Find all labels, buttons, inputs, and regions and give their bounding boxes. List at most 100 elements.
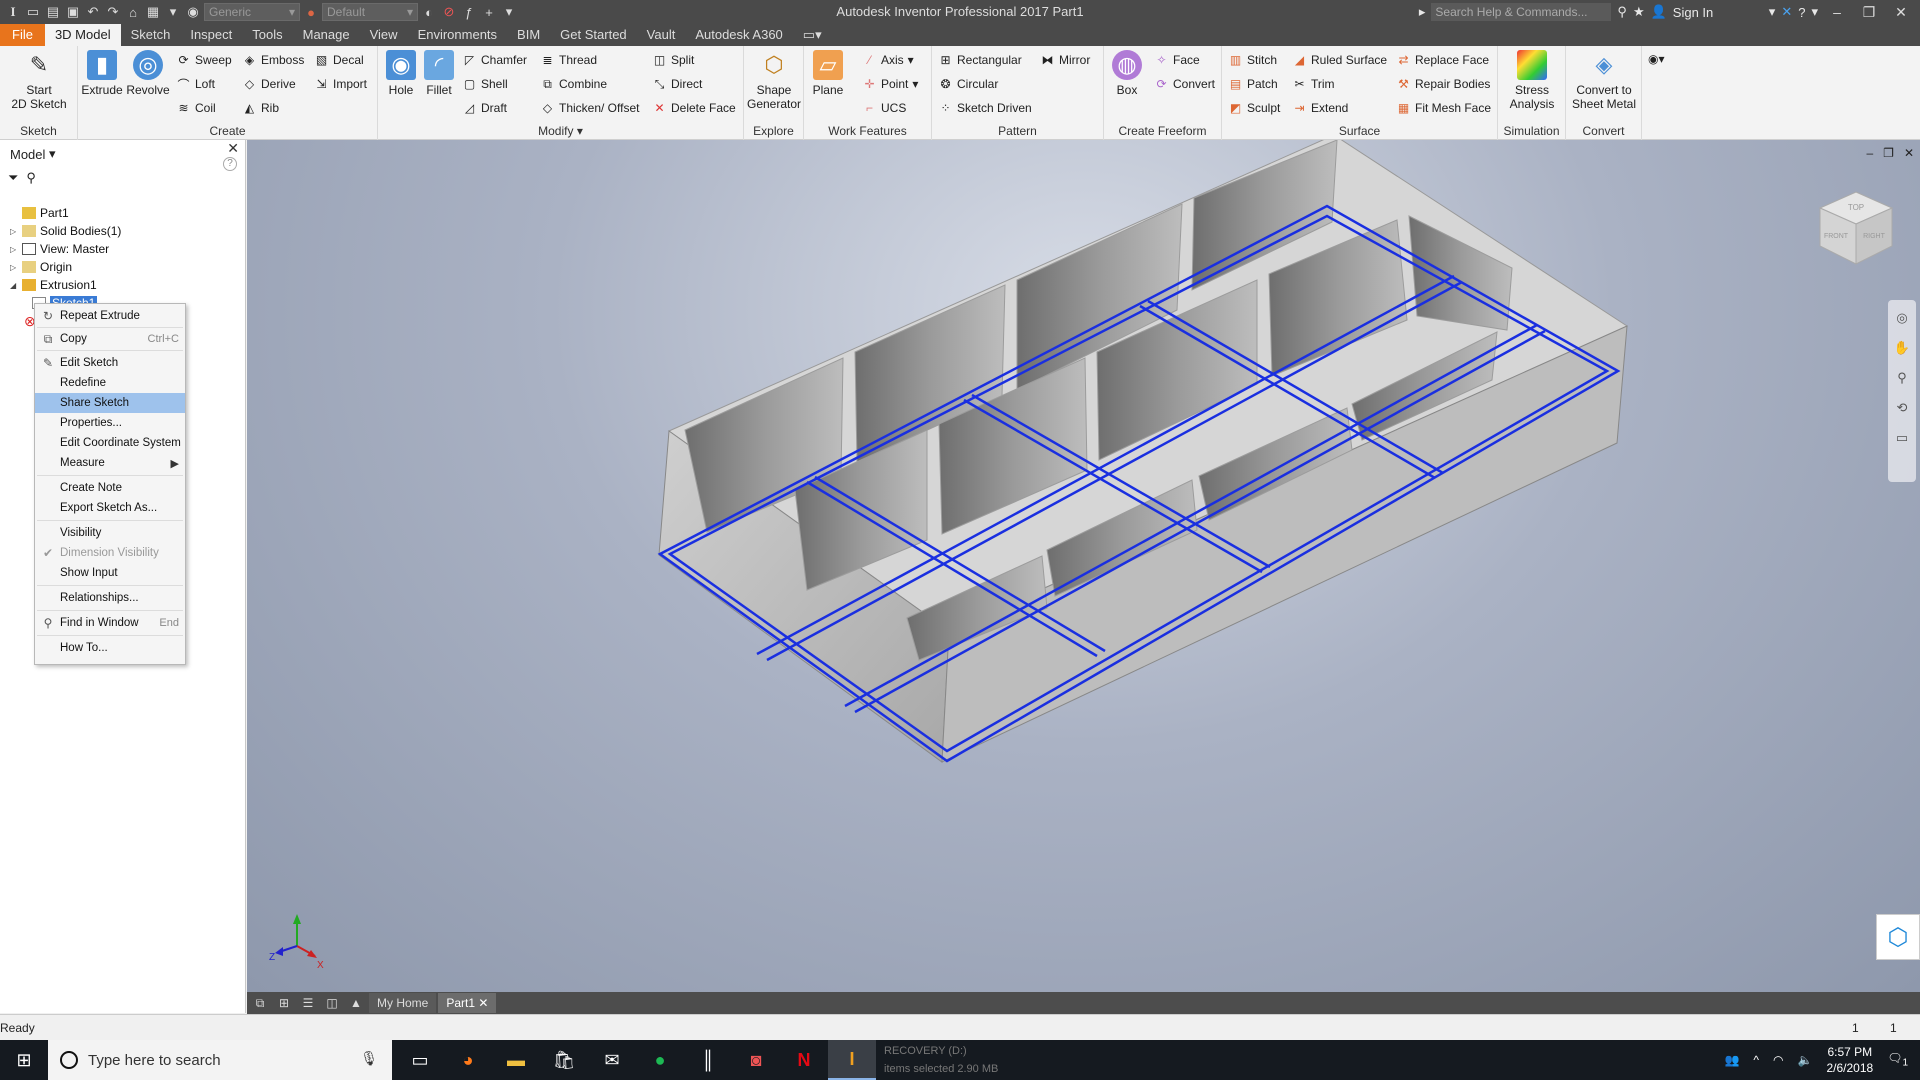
loft-button[interactable]: ⌒ Loft <box>176 74 215 94</box>
pan-icon[interactable]: ✋ <box>1894 340 1910 356</box>
tab-3d-model[interactable]: 3D Model <box>44 24 121 46</box>
browser-close-icon[interactable]: ✕ <box>227 140 239 157</box>
menu-item-create-note[interactable]: Create Note <box>35 478 185 498</box>
tab-vault[interactable]: Vault <box>637 24 686 46</box>
tree-item-solid-bodies[interactable]: ▷ Solid Bodies(1) <box>10 222 121 240</box>
tab-tools[interactable]: Tools <box>242 24 292 46</box>
delete-face-button[interactable]: ✕ Delete Face <box>652 98 735 118</box>
expand-toggle-icon[interactable]: ▷ <box>10 227 18 236</box>
dropdown-icon[interactable]: ▾ <box>1769 4 1776 20</box>
zoom-icon[interactable]: ⚲ <box>1897 370 1907 386</box>
orbit-icon[interactable]: ⟲ <box>1897 400 1908 416</box>
windows-start-icon[interactable]: ⊞ <box>0 1040 48 1080</box>
user-icon[interactable]: 👤 <box>1651 4 1667 20</box>
color-wheel-icon[interactable]: ● <box>302 3 320 21</box>
sweep-button[interactable]: ⟳ Sweep <box>176 50 231 70</box>
sign-in-link[interactable]: Sign In <box>1673 5 1763 20</box>
collapse-toggle-icon[interactable]: ◢ <box>10 281 18 290</box>
help-search-input[interactable]: Search Help & Commands... <box>1431 3 1612 21</box>
update-icon[interactable]: ◉ <box>184 3 202 21</box>
cascade-icon[interactable]: ⧉ <box>249 994 271 1012</box>
rectangular-button[interactable]: ⊞ Rectangular <box>938 50 1021 70</box>
netflix-icon[interactable]: N <box>780 1040 828 1080</box>
tab-sketch[interactable]: Sketch <box>121 24 181 46</box>
menu-item-find-in-window[interactable]: ⚲ Find in Window End <box>35 613 185 633</box>
split-button[interactable]: ◫ Split <box>652 50 695 70</box>
taskbar-search-input[interactable]: Type here to search 🎙 <box>48 1040 392 1080</box>
hole-button[interactable]: ◉ Hole <box>384 50 418 97</box>
sketch-driven-button[interactable]: ⁘ Sketch Driven <box>938 98 1031 118</box>
mirror-button[interactable]: ⧓ Mirror <box>1040 50 1091 70</box>
vp-restore-icon[interactable]: ❐ <box>1883 146 1894 160</box>
select-icon[interactable]: ▾ <box>164 3 182 21</box>
menu-item-redefine[interactable]: Redefine <box>35 373 185 393</box>
firefox-icon[interactable]: ◕ <box>444 1040 492 1080</box>
ribbon-options-icon[interactable]: ▭▾ <box>793 24 832 46</box>
menu-item-how-to[interactable]: How To... <box>35 638 185 658</box>
stitch-button[interactable]: ▥ Stitch <box>1228 50 1277 70</box>
task-view-icon[interactable]: ▭ <box>396 1040 444 1080</box>
menu-item-show-input[interactable]: Show Input <box>35 563 185 583</box>
new-file-icon[interactable]: ▭ <box>24 3 42 21</box>
tray-expand-icon[interactable]: ^ <box>1753 1053 1759 1067</box>
replace-face-button[interactable]: ⇄ Replace Face <box>1396 50 1489 70</box>
open-icon[interactable]: ▤ <box>44 3 62 21</box>
plus-icon[interactable]: + <box>480 3 498 21</box>
clock[interactable]: 6:57 PM 2/6/2018 <box>1826 1044 1873 1076</box>
menu-item-copy[interactable]: ⧉ Copy Ctrl+C <box>35 329 185 349</box>
panel-label-modify[interactable]: Modify ▾ <box>378 124 743 138</box>
minimize-button[interactable]: – <box>1824 4 1850 20</box>
axis-button[interactable]: ⁄ Axis ▾ <box>862 50 913 70</box>
tree-item-part1[interactable]: Part1 <box>10 204 121 222</box>
tile-vertical-icon[interactable]: ◫ <box>321 994 343 1012</box>
model-canvas[interactable] <box>247 140 1920 992</box>
share-view-icon[interactable]: ⬡ <box>1876 914 1920 960</box>
restore-button[interactable]: ❐ <box>1856 4 1882 21</box>
tab-bim[interactable]: BIM <box>507 24 550 46</box>
browser-help-icon[interactable]: ? <box>223 157 237 171</box>
star-icon[interactable]: ★ <box>1633 4 1645 20</box>
spotify-icon[interactable]: ● <box>636 1040 684 1080</box>
inventor-logo-icon[interactable]: I <box>4 3 22 21</box>
menu-item-edit-coordinate-system[interactable]: Edit Coordinate System <box>35 433 185 453</box>
close-button[interactable]: ✕ <box>1888 4 1914 21</box>
menu-item-edit-sketch[interactable]: ✎ Edit Sketch <box>35 353 185 373</box>
rib-button[interactable]: ◭ Rib <box>242 98 279 118</box>
close-tab-icon[interactable]: ✕ <box>478 996 488 1010</box>
mail-icon[interactable]: ✉ <box>588 1040 636 1080</box>
notifications-icon[interactable]: 🗨1 <box>1887 1051 1908 1068</box>
tab-my-home[interactable]: My Home <box>369 993 437 1013</box>
graphics-window[interactable]: – ❐ ✕ TOP FRONT RIGHT ◎ ✋ ⚲ ⟲ ▭ Z X ⬡ <box>247 140 1920 992</box>
tab-menu-icon[interactable]: ▲ <box>345 994 367 1012</box>
vp-close-icon[interactable]: ✕ <box>1904 146 1914 160</box>
ruled-surface-button[interactable]: ◢ Ruled Surface <box>1292 50 1387 70</box>
help-icon[interactable]: ? <box>1798 5 1805 20</box>
fillet-button[interactable]: ◜ Fillet <box>422 50 456 97</box>
help-dropdown-icon[interactable]: ▾ <box>1811 4 1818 20</box>
menu-item-repeat-extrude[interactable]: ↻ Repeat Extrude <box>35 306 185 326</box>
exchange-icon[interactable]: ✕ <box>1781 4 1792 20</box>
tab-environments[interactable]: Environments <box>408 24 507 46</box>
undo-icon[interactable]: ↶ <box>84 3 102 21</box>
menu-item-relationships[interactable]: Relationships... <box>35 588 185 608</box>
file-explorer-icon[interactable]: ▬ <box>492 1040 540 1080</box>
tab-part1[interactable]: Part1 ✕ <box>438 993 497 1013</box>
tab-file[interactable]: File <box>0 24 45 46</box>
ribbon-options-dropdown[interactable]: ◉▾ <box>1648 52 1665 66</box>
repair-bodies-button[interactable]: ⚒ Repair Bodies <box>1396 74 1490 94</box>
adjust-icon[interactable]: ◐ <box>420 3 438 21</box>
browser-header[interactable]: Model ▾ ? <box>0 140 245 171</box>
print-icon[interactable]: ▦ <box>144 3 162 21</box>
people-icon[interactable]: 👥 <box>1724 1053 1739 1067</box>
menu-item-measure[interactable]: Measure ▶ <box>35 453 185 473</box>
home-icon[interactable]: ⌂ <box>124 3 142 21</box>
tile-icon[interactable]: ⊞ <box>273 994 295 1012</box>
material-dropdown[interactable]: Generic ▾ <box>204 3 300 21</box>
steering-wheel-icon[interactable]: ◎ <box>1896 310 1907 326</box>
tree-item-origin[interactable]: ▷ Origin <box>10 258 121 276</box>
circular-button[interactable]: ❂ Circular <box>938 74 998 94</box>
expand-toggle-icon[interactable]: ▷ <box>10 263 18 272</box>
menu-item-export-sketch[interactable]: Export Sketch As... <box>35 498 185 518</box>
menu-item-visibility[interactable]: Visibility <box>35 523 185 543</box>
expand-toggle-icon[interactable]: ▷ <box>10 245 18 254</box>
